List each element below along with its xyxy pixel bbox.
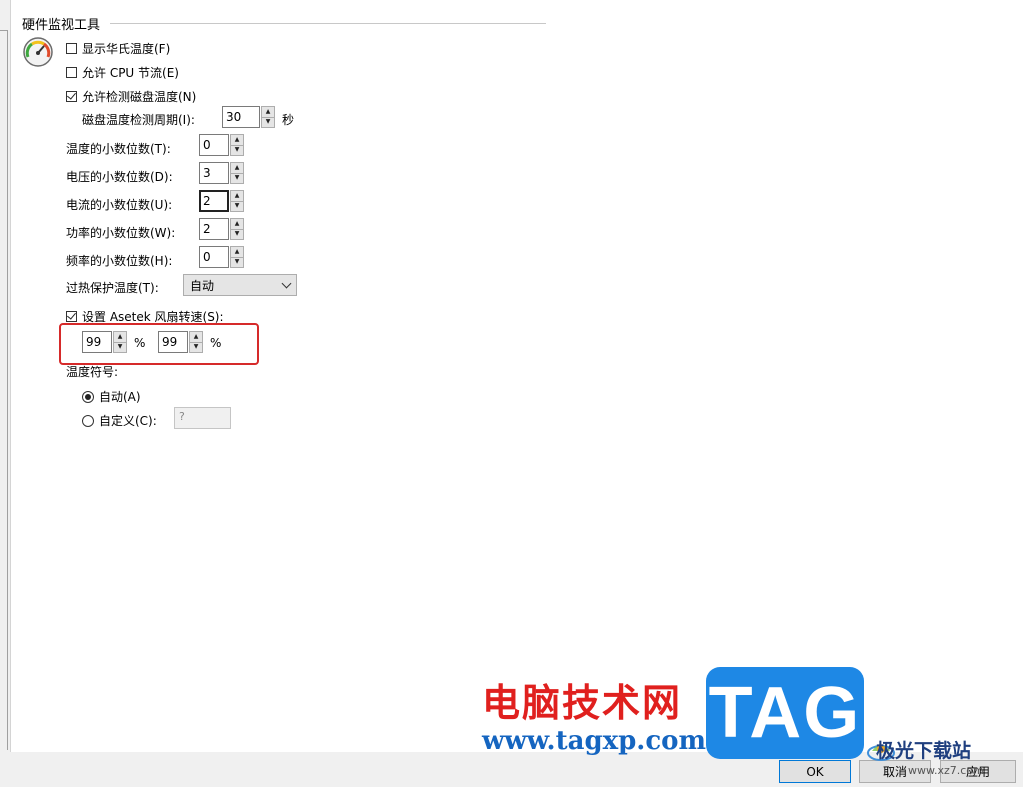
custom-symbol-input[interactable]: ? (174, 407, 231, 429)
chevron-down-icon (281, 278, 292, 288)
watermark-badge: TAG (706, 667, 864, 759)
disk-temp-checkbox[interactable]: 允许检测磁盘温度(N) (66, 88, 196, 105)
spin-down-button[interactable]: ▼ (230, 201, 244, 212)
spin-down-button[interactable]: ▼ (230, 173, 244, 184)
highlight-box (59, 323, 259, 365)
spin-up-button[interactable]: ▲ (230, 218, 244, 230)
group-divider (110, 23, 546, 24)
watermark-url: www.tagxp.com (482, 726, 707, 756)
current-decimals-input[interactable]: 2 (199, 190, 229, 212)
spin-up-button[interactable]: ▲ (230, 162, 244, 174)
left-tree-line (7, 30, 8, 750)
left-tree-branch (0, 30, 7, 31)
spin-down-button[interactable]: ▼ (261, 117, 275, 128)
watermark-site: 极光下载站 (876, 740, 972, 762)
freq-decimals-input[interactable]: 0 (199, 246, 229, 268)
spin-up-button[interactable]: ▲ (261, 106, 275, 118)
checkbox-box[interactable] (66, 43, 77, 54)
spin-down-button[interactable]: ▼ (230, 257, 244, 268)
checkbox-box[interactable] (66, 311, 77, 322)
overheat-select[interactable]: 自动 (183, 274, 297, 296)
disk-temp-label: 允许检测磁盘温度(N) (82, 90, 197, 104)
watermark-site-url: www.xz7.com (908, 764, 984, 777)
temp-decimals-spinner[interactable]: 0 ▲ ▼ (199, 134, 244, 156)
power-decimals-label: 功率的小数位数(W): (66, 226, 176, 240)
voltage-decimals-input[interactable]: 3 (199, 162, 229, 184)
spin-down-button[interactable]: ▼ (230, 229, 244, 240)
power-decimals-input[interactable]: 2 (199, 218, 229, 240)
disk-period-label: 磁盘温度检测周期(I): (82, 113, 195, 127)
overheat-label: 过热保护温度(T): (66, 281, 159, 295)
temp-decimals-input[interactable]: 0 (199, 134, 229, 156)
ok-button[interactable]: OK (779, 760, 851, 783)
spin-up-button[interactable]: ▲ (230, 246, 244, 258)
temp-symbol-custom-radio[interactable]: 自定义(C): (82, 412, 157, 429)
group-title: 硬件监视工具 (22, 14, 105, 33)
cpu-throttle-checkbox[interactable]: 允许 CPU 节流(E) (66, 64, 179, 81)
checkbox-box[interactable] (66, 91, 77, 102)
left-panel-edge (0, 0, 10, 787)
current-decimals-spinner[interactable]: 2 ▲ ▼ (199, 190, 244, 212)
watermark-title: 电脑技术网 (482, 680, 683, 725)
freq-decimals-spinner[interactable]: 0 ▲ ▼ (199, 246, 244, 268)
spin-up-button[interactable]: ▲ (230, 134, 244, 146)
disk-period-input[interactable]: 30 (222, 106, 260, 128)
show-fahrenheit-checkbox[interactable]: 显示华氏温度(F) (66, 40, 170, 57)
power-decimals-spinner[interactable]: 2 ▲ ▼ (199, 218, 244, 240)
voltage-decimals-spinner[interactable]: 3 ▲ ▼ (199, 162, 244, 184)
freq-decimals-label: 频率的小数位数(H): (66, 254, 173, 268)
current-decimals-label: 电流的小数位数(U): (66, 198, 173, 212)
cpu-throttle-label: 允许 CPU 节流(E) (82, 66, 179, 80)
voltage-decimals-label: 电压的小数位数(D): (66, 170, 173, 184)
radio-button[interactable] (82, 414, 94, 427)
temp-decimals-label: 温度的小数位数(T): (66, 142, 171, 156)
temp-symbol-auto-radio[interactable]: 自动(A) (82, 388, 141, 405)
spin-down-button[interactable]: ▼ (230, 145, 244, 156)
temp-symbol-auto-label: 自动(A) (99, 390, 141, 404)
overheat-selected-value: 自动 (190, 278, 215, 293)
temp-symbol-custom-label: 自定义(C): (99, 414, 157, 428)
disk-period-unit: 秒 (282, 113, 295, 127)
disk-period-spinner[interactable]: 30 ▲ ▼ (222, 106, 275, 128)
spin-up-button[interactable]: ▲ (230, 190, 244, 202)
temp-symbol-label: 温度符号: (66, 365, 119, 379)
show-fahrenheit-label: 显示华氏温度(F) (82, 42, 171, 56)
gauge-icon (23, 37, 53, 67)
radio-button[interactable] (82, 390, 94, 403)
checkbox-box[interactable] (66, 67, 77, 78)
